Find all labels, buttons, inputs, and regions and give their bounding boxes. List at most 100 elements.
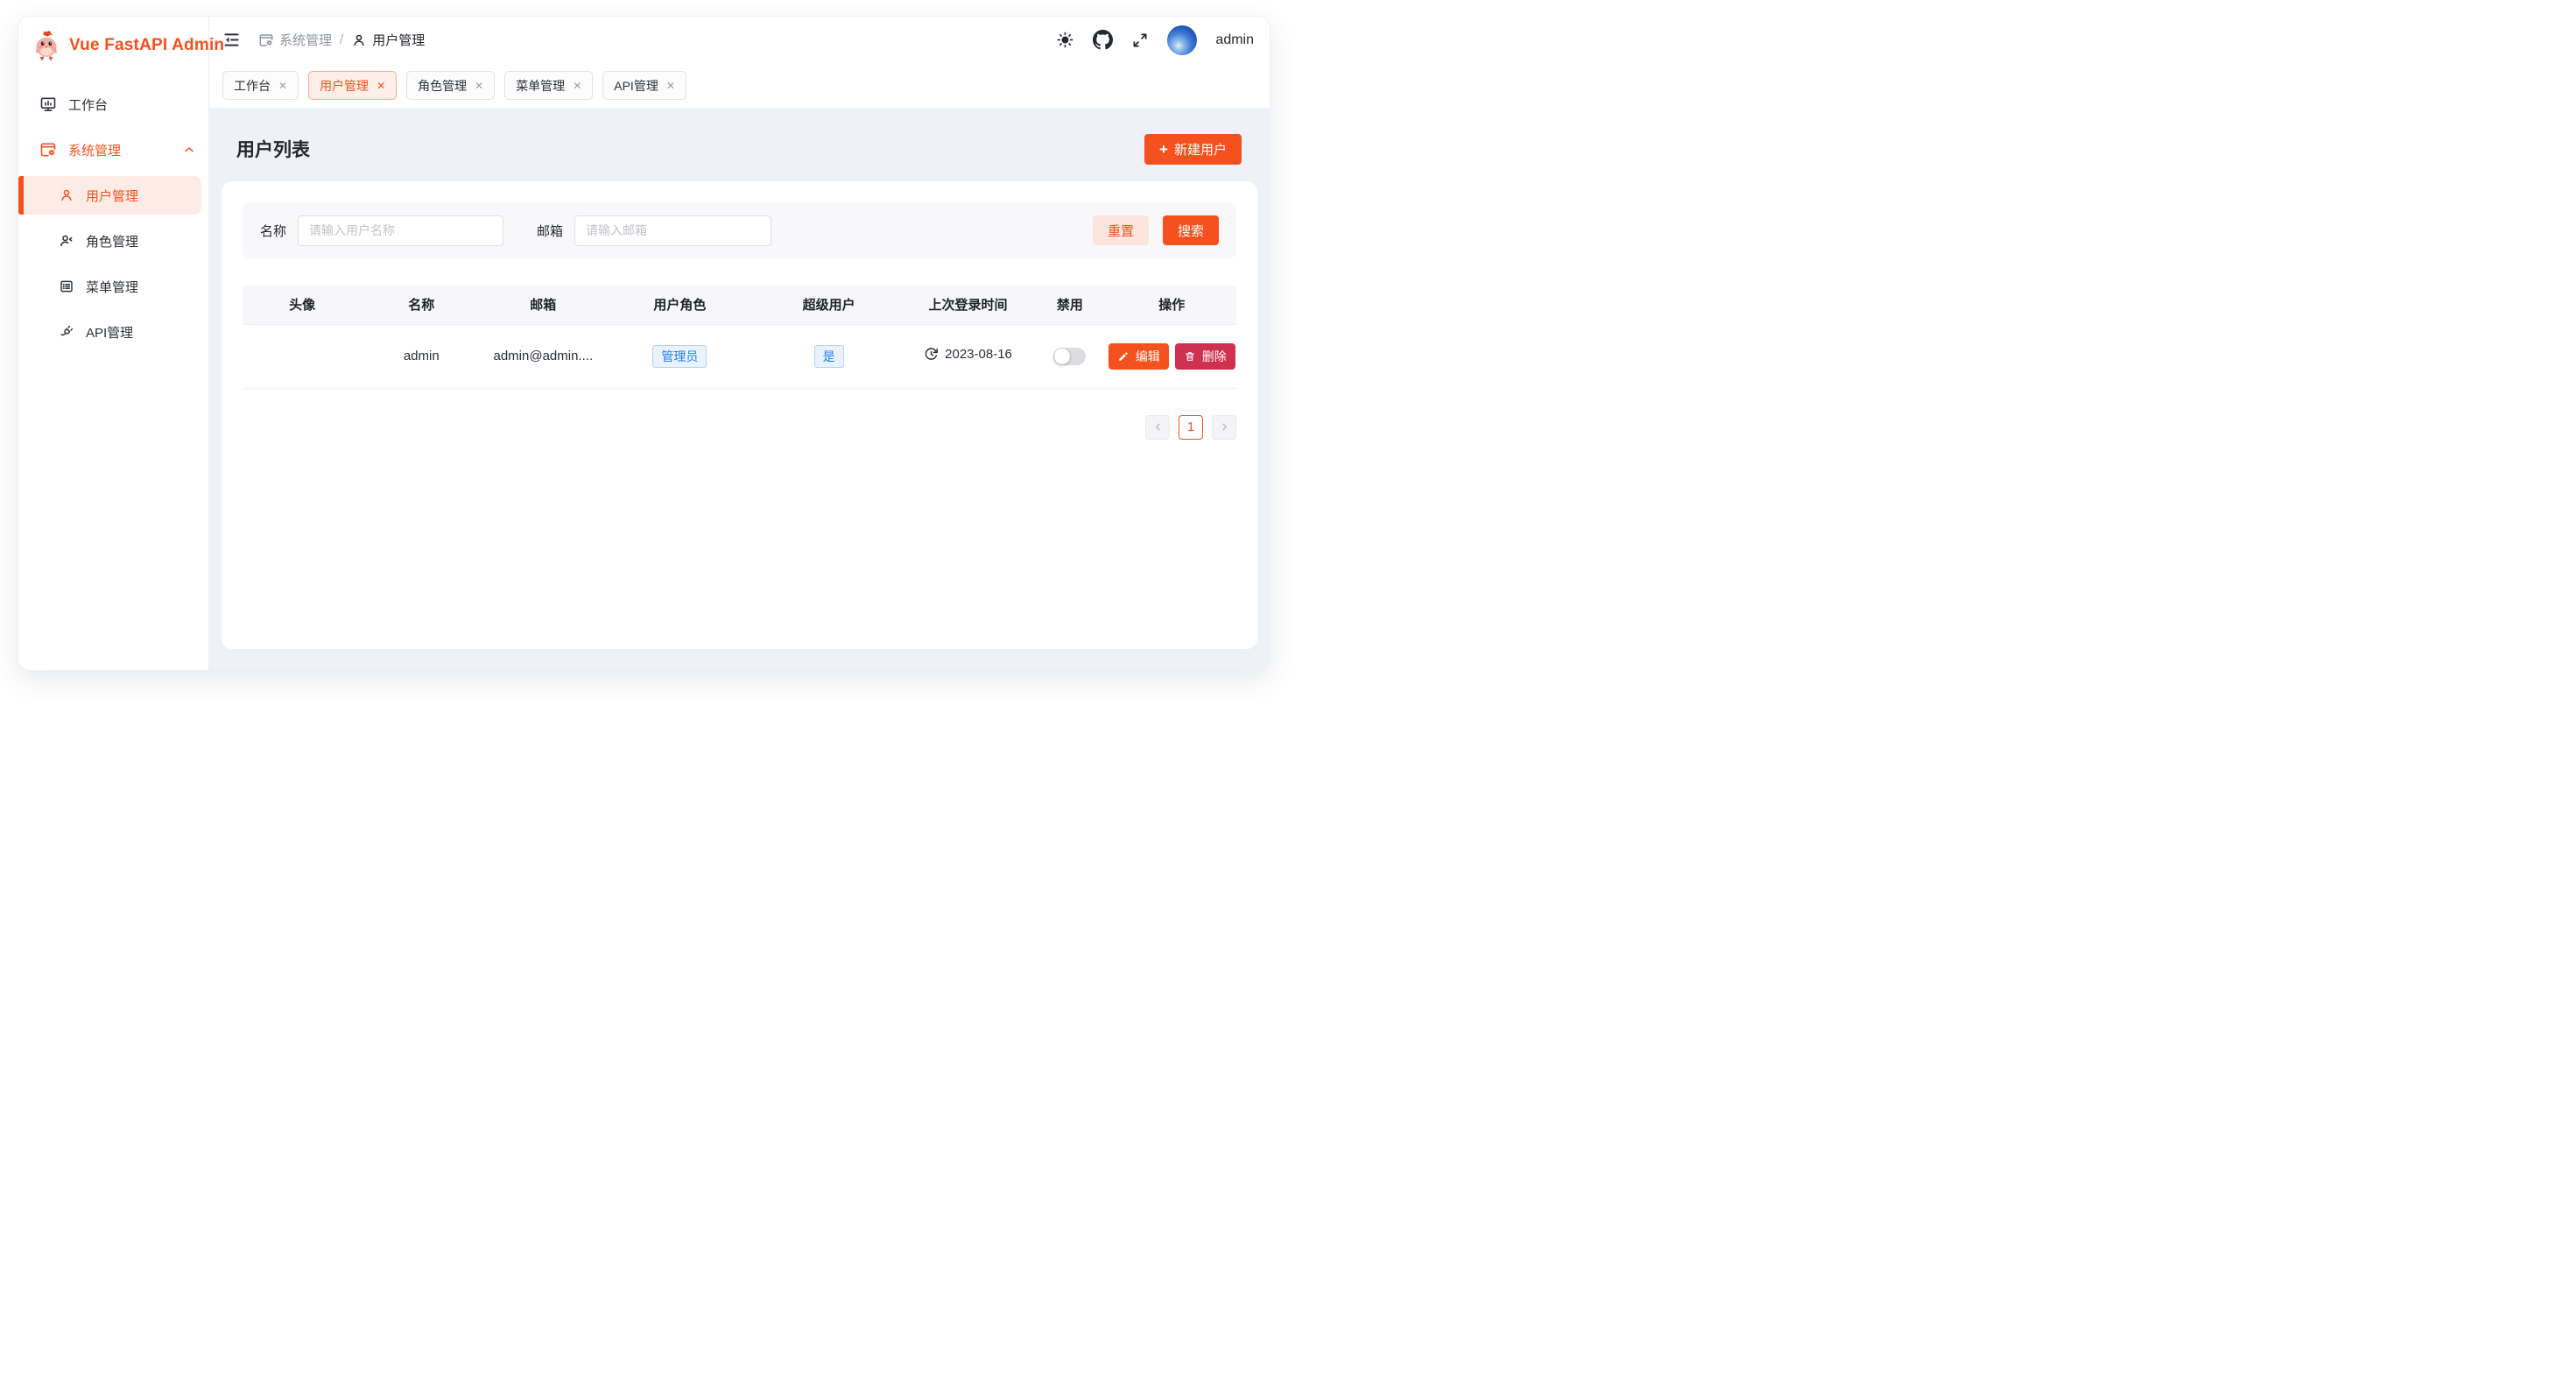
pagination: 1 [243, 415, 1236, 440]
sidebar-item-label: 角色管理 [86, 232, 138, 250]
close-icon[interactable]: ✕ [666, 80, 675, 92]
actions-cell: 编辑 [1107, 324, 1236, 388]
last-login-cell: 2023-08-16 [904, 324, 1033, 388]
close-icon[interactable]: ✕ [573, 80, 581, 92]
sidebar-item-workbench[interactable]: 工作台 [18, 85, 208, 123]
window-gear-icon [39, 141, 57, 159]
app-title: Vue FastAPI Admin [69, 36, 224, 55]
user-avatar[interactable] [1167, 25, 1197, 55]
sidebar-item-label: API管理 [86, 323, 133, 342]
github-icon[interactable] [1093, 30, 1113, 50]
table-row: admin admin@admin.... 管理员 是 [243, 324, 1236, 388]
breadcrumb-label: 系统管理 [279, 31, 332, 49]
next-page-button[interactable] [1212, 415, 1236, 440]
tab-user-management[interactable]: 用户管理 ✕ [308, 71, 397, 100]
col-last-login: 上次登录时间 [904, 286, 1033, 324]
search-filter-bar: 名称 邮箱 重置 搜索 [243, 202, 1236, 258]
username[interactable]: admin [1215, 32, 1254, 48]
create-user-label: 新建用户 [1174, 140, 1227, 159]
role-user-icon [59, 233, 74, 249]
name-input[interactable] [298, 215, 503, 246]
topbar-actions: admin [1056, 25, 1254, 55]
sidebar-item-system[interactable]: 系统管理 [18, 130, 208, 169]
plus-icon: + [1159, 142, 1168, 157]
edit-label: 编辑 [1136, 348, 1160, 365]
sidebar-item-label: 菜单管理 [86, 278, 138, 296]
theme-sun-icon[interactable] [1056, 31, 1074, 49]
breadcrumb-separator: / [340, 32, 343, 47]
sidebar: Vue FastAPI Admin 工作台 [18, 17, 209, 670]
plug-icon [59, 324, 74, 340]
app-window: Vue FastAPI Admin 工作台 [18, 16, 1270, 671]
collapse-sidebar-icon[interactable] [222, 31, 241, 49]
pencil-icon [1117, 350, 1130, 363]
breadcrumb: 系统管理 / 用户管理 [258, 31, 425, 49]
fullscreen-icon[interactable] [1131, 32, 1149, 49]
user-icon [59, 187, 74, 203]
user-table: 头像 名称 邮箱 用户角色 超级用户 上次登录时间 禁用 操作 [243, 286, 1236, 389]
user-icon [351, 32, 367, 48]
chicken-logo-icon [31, 28, 62, 63]
sidebar-item-label: 系统管理 [68, 141, 121, 159]
tab-workbench[interactable]: 工作台 ✕ [222, 71, 299, 100]
breadcrumb-system[interactable]: 系统管理 [258, 31, 332, 49]
superuser-tag: 是 [814, 345, 844, 368]
tab-label: 菜单管理 [516, 77, 565, 95]
monitor-icon [39, 95, 57, 113]
window-gear-icon [258, 32, 274, 48]
delete-button[interactable]: 删除 [1175, 343, 1235, 370]
sidebar-item-menu-management[interactable]: 菜单管理 [18, 267, 208, 306]
tab-api-management[interactable]: API管理 ✕ [602, 71, 686, 100]
sidebar-item-api-management[interactable]: API管理 [18, 313, 208, 351]
tab-label: 角色管理 [418, 77, 467, 95]
col-avatar: 头像 [243, 286, 362, 324]
page-number-1[interactable]: 1 [1179, 415, 1203, 440]
chevron-right-icon [1219, 421, 1230, 433]
tab-label: API管理 [614, 77, 658, 95]
menu-list-icon [59, 279, 74, 294]
tab-menu-management[interactable]: 菜单管理 ✕ [504, 71, 593, 100]
search-button[interactable]: 搜索 [1163, 215, 1219, 245]
role-cell: 管理员 [605, 324, 754, 388]
main-area: 系统管理 / 用户管理 [209, 17, 1270, 670]
email-cell: admin@admin.... [481, 324, 605, 388]
prev-page-button[interactable] [1145, 415, 1170, 440]
content-area: 用户列表 + 新建用户 名称 邮箱 重置 搜索 [209, 108, 1270, 670]
col-disabled: 禁用 [1032, 286, 1107, 324]
create-user-button[interactable]: + 新建用户 [1144, 134, 1242, 165]
topbar: 系统管理 / 用户管理 [209, 17, 1270, 63]
close-icon[interactable]: ✕ [278, 80, 287, 92]
breadcrumb-user[interactable]: 用户管理 [351, 31, 425, 49]
col-superuser: 超级用户 [755, 286, 904, 324]
email-input[interactable] [574, 215, 771, 246]
col-email: 邮箱 [481, 286, 605, 324]
table-header-row: 头像 名称 邮箱 用户角色 超级用户 上次登录时间 禁用 操作 [243, 286, 1236, 324]
tab-label: 工作台 [234, 77, 271, 95]
disabled-cell [1032, 324, 1107, 388]
trash-icon [1184, 350, 1196, 363]
history-clock-icon [924, 347, 939, 362]
role-tag: 管理员 [652, 345, 707, 368]
name-cell: admin [362, 324, 481, 388]
close-icon[interactable]: ✕ [475, 80, 483, 92]
reset-button[interactable]: 重置 [1093, 215, 1149, 245]
col-actions: 操作 [1107, 286, 1236, 324]
user-list-card: 名称 邮箱 重置 搜索 [222, 181, 1257, 649]
page-title: 用户列表 [236, 136, 310, 162]
chevron-left-icon [1152, 421, 1164, 433]
col-name: 名称 [362, 286, 481, 324]
sidebar-item-user-management[interactable]: 用户管理 [18, 176, 201, 215]
col-role: 用户角色 [605, 286, 754, 324]
logo[interactable]: Vue FastAPI Admin [18, 17, 208, 74]
tab-role-management[interactable]: 角色管理 ✕ [406, 71, 495, 100]
sidebar-item-role-management[interactable]: 角色管理 [18, 222, 208, 260]
close-icon[interactable]: ✕ [377, 80, 385, 92]
name-field-label: 名称 [260, 222, 286, 240]
tabbar: 工作台 ✕ 用户管理 ✕ 角色管理 ✕ 菜单管理 ✕ API管理 ✕ [209, 63, 1270, 108]
delete-label: 删除 [1202, 348, 1227, 365]
avatar-cell [243, 324, 362, 388]
chevron-up-icon [182, 143, 196, 157]
last-login-date: 2023-08-16 [945, 347, 1012, 362]
disable-toggle[interactable] [1053, 348, 1086, 365]
edit-button[interactable]: 编辑 [1109, 343, 1169, 370]
